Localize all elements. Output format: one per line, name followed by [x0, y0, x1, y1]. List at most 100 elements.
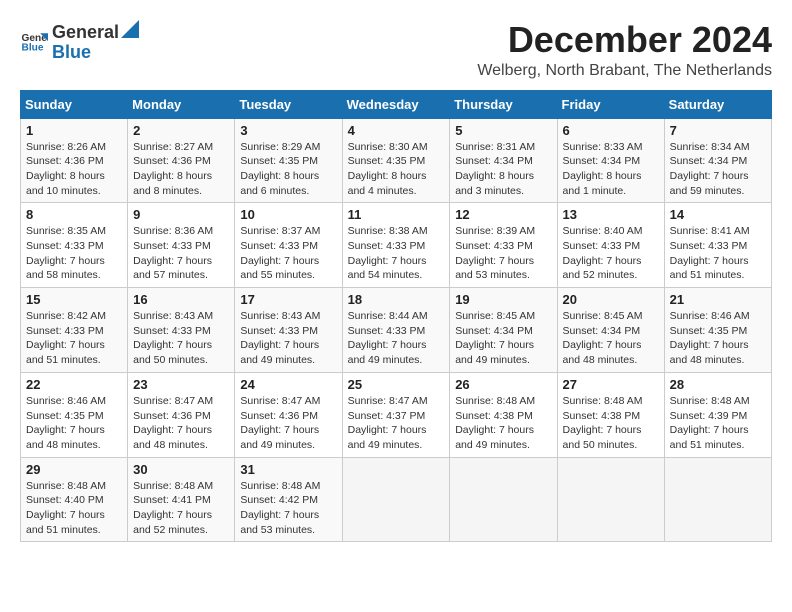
sunrise-label: Sunrise: 8:39 AM: [455, 225, 535, 237]
daylight-label: Daylight: 7 hours and 48 minutes.: [26, 424, 105, 451]
sunset-label: Sunset: 4:36 PM: [26, 155, 104, 167]
sunrise-label: Sunrise: 8:26 AM: [26, 141, 106, 153]
sunrise-label: Sunrise: 8:38 AM: [348, 225, 428, 237]
sunset-label: Sunset: 4:36 PM: [133, 155, 211, 167]
day-info: Sunrise: 8:47 AM Sunset: 4:37 PM Dayligh…: [348, 394, 445, 453]
daylight-label: Daylight: 7 hours and 51 minutes.: [26, 509, 105, 536]
day-number: 14: [670, 207, 766, 222]
day-info: Sunrise: 8:34 AM Sunset: 4:34 PM Dayligh…: [670, 140, 766, 199]
sunset-label: Sunset: 4:33 PM: [455, 240, 533, 252]
day-info: Sunrise: 8:39 AM Sunset: 4:33 PM Dayligh…: [455, 224, 551, 283]
daylight-label: Daylight: 7 hours and 48 minutes.: [563, 339, 642, 366]
daylight-label: Daylight: 7 hours and 54 minutes.: [348, 255, 427, 282]
calendar-week-2: 8 Sunrise: 8:35 AM Sunset: 4:33 PM Dayli…: [21, 203, 772, 288]
calendar-cell: 9 Sunrise: 8:36 AM Sunset: 4:33 PM Dayli…: [128, 203, 235, 288]
sunset-label: Sunset: 4:35 PM: [240, 155, 318, 167]
day-number: 7: [670, 123, 766, 138]
calendar-week-4: 22 Sunrise: 8:46 AM Sunset: 4:35 PM Dayl…: [21, 372, 772, 457]
daylight-label: Daylight: 7 hours and 55 minutes.: [240, 255, 319, 282]
sunrise-label: Sunrise: 8:30 AM: [348, 141, 428, 153]
sunrise-label: Sunrise: 8:29 AM: [240, 141, 320, 153]
day-info: Sunrise: 8:47 AM Sunset: 4:36 PM Dayligh…: [133, 394, 229, 453]
calendar-header: SundayMondayTuesdayWednesdayThursdayFrid…: [21, 90, 772, 118]
header: General Blue General Blue December 2024 …: [20, 20, 772, 80]
weekday-header-tuesday: Tuesday: [235, 90, 342, 118]
daylight-label: Daylight: 8 hours and 8 minutes.: [133, 170, 212, 197]
day-info: Sunrise: 8:35 AM Sunset: 4:33 PM Dayligh…: [26, 224, 122, 283]
calendar-week-3: 15 Sunrise: 8:42 AM Sunset: 4:33 PM Dayl…: [21, 288, 772, 373]
sunset-label: Sunset: 4:33 PM: [240, 240, 318, 252]
day-number: 27: [563, 377, 659, 392]
calendar-cell: 12 Sunrise: 8:39 AM Sunset: 4:33 PM Dayl…: [450, 203, 557, 288]
sunrise-label: Sunrise: 8:46 AM: [26, 395, 106, 407]
sunset-label: Sunset: 4:36 PM: [133, 410, 211, 422]
calendar-cell: 18 Sunrise: 8:44 AM Sunset: 4:33 PM Dayl…: [342, 288, 450, 373]
calendar-cell: 21 Sunrise: 8:46 AM Sunset: 4:35 PM Dayl…: [664, 288, 771, 373]
calendar-cell: 11 Sunrise: 8:38 AM Sunset: 4:33 PM Dayl…: [342, 203, 450, 288]
calendar-cell: 7 Sunrise: 8:34 AM Sunset: 4:34 PM Dayli…: [664, 118, 771, 203]
daylight-label: Daylight: 7 hours and 50 minutes.: [563, 424, 642, 451]
sunrise-label: Sunrise: 8:45 AM: [563, 310, 643, 322]
day-number: 6: [563, 123, 659, 138]
daylight-label: Daylight: 7 hours and 49 minutes.: [240, 339, 319, 366]
sunrise-label: Sunrise: 8:47 AM: [348, 395, 428, 407]
day-number: 29: [26, 462, 122, 477]
calendar-cell: 10 Sunrise: 8:37 AM Sunset: 4:33 PM Dayl…: [235, 203, 342, 288]
svg-text:Blue: Blue: [22, 43, 44, 54]
day-number: 19: [455, 292, 551, 307]
day-info: Sunrise: 8:37 AM Sunset: 4:33 PM Dayligh…: [240, 224, 336, 283]
sunrise-label: Sunrise: 8:47 AM: [133, 395, 213, 407]
calendar-cell: 31 Sunrise: 8:48 AM Sunset: 4:42 PM Dayl…: [235, 457, 342, 542]
day-number: 23: [133, 377, 229, 392]
daylight-label: Daylight: 7 hours and 48 minutes.: [133, 424, 212, 451]
day-info: Sunrise: 8:48 AM Sunset: 4:42 PM Dayligh…: [240, 479, 336, 538]
daylight-label: Daylight: 7 hours and 52 minutes.: [563, 255, 642, 282]
day-number: 8: [26, 207, 122, 222]
day-info: Sunrise: 8:45 AM Sunset: 4:34 PM Dayligh…: [455, 309, 551, 368]
sunrise-label: Sunrise: 8:48 AM: [670, 395, 750, 407]
calendar-cell: 14 Sunrise: 8:41 AM Sunset: 4:33 PM Dayl…: [664, 203, 771, 288]
daylight-label: Daylight: 7 hours and 49 minutes.: [348, 424, 427, 451]
daylight-label: Daylight: 7 hours and 49 minutes.: [455, 424, 534, 451]
day-number: 5: [455, 123, 551, 138]
day-info: Sunrise: 8:30 AM Sunset: 4:35 PM Dayligh…: [348, 140, 445, 199]
day-info: Sunrise: 8:48 AM Sunset: 4:39 PM Dayligh…: [670, 394, 766, 453]
day-number: 30: [133, 462, 229, 477]
daylight-label: Daylight: 8 hours and 1 minute.: [563, 170, 642, 197]
daylight-label: Daylight: 7 hours and 50 minutes.: [133, 339, 212, 366]
sunrise-label: Sunrise: 8:43 AM: [133, 310, 213, 322]
sunset-label: Sunset: 4:33 PM: [26, 325, 104, 337]
daylight-label: Daylight: 7 hours and 49 minutes.: [455, 339, 534, 366]
sunrise-label: Sunrise: 8:44 AM: [348, 310, 428, 322]
sunset-label: Sunset: 4:37 PM: [348, 410, 426, 422]
daylight-label: Daylight: 7 hours and 59 minutes.: [670, 170, 749, 197]
calendar-cell: 17 Sunrise: 8:43 AM Sunset: 4:33 PM Dayl…: [235, 288, 342, 373]
calendar-cell: 22 Sunrise: 8:46 AM Sunset: 4:35 PM Dayl…: [21, 372, 128, 457]
calendar-cell: [342, 457, 450, 542]
sunrise-label: Sunrise: 8:46 AM: [670, 310, 750, 322]
day-info: Sunrise: 8:38 AM Sunset: 4:33 PM Dayligh…: [348, 224, 445, 283]
daylight-label: Daylight: 7 hours and 51 minutes.: [26, 339, 105, 366]
sunrise-label: Sunrise: 8:31 AM: [455, 141, 535, 153]
day-number: 18: [348, 292, 445, 307]
day-number: 26: [455, 377, 551, 392]
day-number: 28: [670, 377, 766, 392]
sunset-label: Sunset: 4:34 PM: [455, 325, 533, 337]
daylight-label: Daylight: 7 hours and 58 minutes.: [26, 255, 105, 282]
day-number: 9: [133, 207, 229, 222]
sunset-label: Sunset: 4:34 PM: [563, 155, 641, 167]
logo-icon: General Blue: [20, 27, 48, 55]
weekday-header-monday: Monday: [128, 90, 235, 118]
sunrise-label: Sunrise: 8:27 AM: [133, 141, 213, 153]
day-info: Sunrise: 8:31 AM Sunset: 4:34 PM Dayligh…: [455, 140, 551, 199]
location-title: Welberg, North Brabant, The Netherlands: [477, 62, 772, 80]
day-info: Sunrise: 8:36 AM Sunset: 4:33 PM Dayligh…: [133, 224, 229, 283]
logo-triangle-icon: [121, 20, 139, 38]
weekday-header-thursday: Thursday: [450, 90, 557, 118]
sunrise-label: Sunrise: 8:48 AM: [26, 480, 106, 492]
title-area: December 2024 Welberg, North Brabant, Th…: [477, 20, 772, 80]
sunset-label: Sunset: 4:35 PM: [348, 155, 426, 167]
day-info: Sunrise: 8:26 AM Sunset: 4:36 PM Dayligh…: [26, 140, 122, 199]
sunset-label: Sunset: 4:35 PM: [670, 325, 748, 337]
daylight-label: Daylight: 7 hours and 49 minutes.: [240, 424, 319, 451]
